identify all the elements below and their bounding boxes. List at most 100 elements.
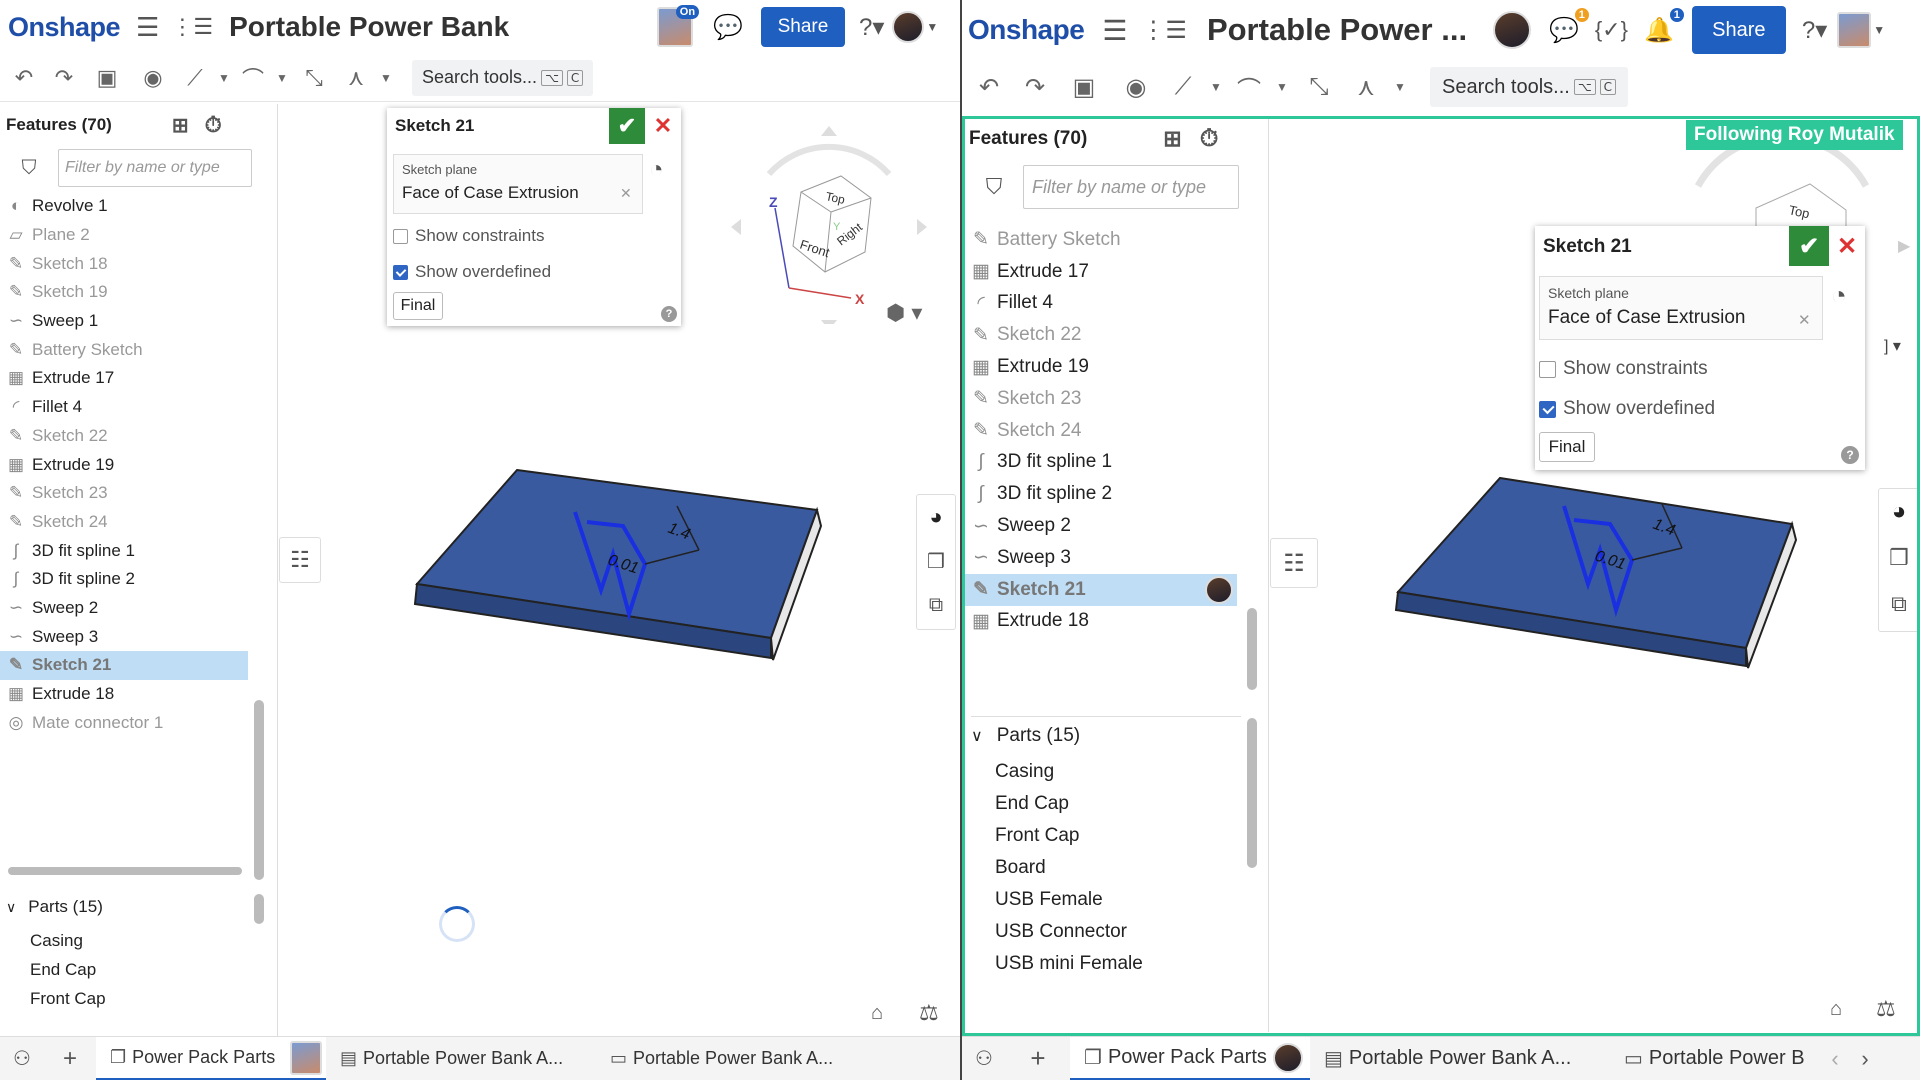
feature-item[interactable]: ▦ Extrude 18 bbox=[965, 606, 1237, 638]
show-overdefined-checkbox[interactable]: Show overdefined bbox=[1539, 398, 1715, 420]
user-avatar[interactable] bbox=[892, 11, 925, 43]
feature-item[interactable]: ✎ Sketch 19 bbox=[0, 278, 248, 307]
sketch-tool-icon[interactable]: ▣ bbox=[84, 65, 130, 91]
part-item[interactable]: Board bbox=[995, 852, 1143, 884]
feature-list-scrollbar[interactable] bbox=[1247, 608, 1257, 690]
list-toggle-button[interactable]: ☷ bbox=[279, 537, 321, 583]
collapse-chevron-icon[interactable]: ∨ bbox=[971, 726, 983, 746]
part-item[interactable]: Front Cap bbox=[995, 820, 1143, 852]
onshape-logo[interactable]: Onshape bbox=[8, 12, 121, 43]
user-menu-chevron-icon[interactable]: ▼ bbox=[926, 20, 938, 34]
search-tools-button[interactable]: Search tools... ⌥ C bbox=[1430, 67, 1629, 107]
dialog-help-icon[interactable]: ? bbox=[1841, 446, 1859, 464]
mass-properties-icon[interactable]: ⚖ bbox=[919, 1000, 939, 1026]
mass-properties-icon[interactable]: ⚖ bbox=[1876, 996, 1896, 1022]
document-title[interactable]: Portable Power Bank bbox=[229, 11, 649, 43]
line-tool-icon[interactable]: ⟋ bbox=[1162, 73, 1204, 101]
hamburger-menu-icon[interactable]: ☰ bbox=[1102, 14, 1127, 47]
feature-item[interactable]: ▦ Extrude 17 bbox=[0, 364, 248, 393]
part-item[interactable]: USB Connector bbox=[995, 916, 1143, 948]
tab-assembly-2[interactable]: ▭ Portable Power Bank A... bbox=[596, 1037, 856, 1080]
collapse-chevron-icon[interactable]: ∨ bbox=[6, 899, 16, 916]
feature-item[interactable]: ✎ Sketch 22 bbox=[0, 422, 248, 451]
part-item[interactable]: End Cap bbox=[995, 788, 1143, 820]
comments-icon[interactable]: 💬 bbox=[713, 13, 743, 42]
add-folder-icon[interactable]: ⊞ bbox=[1163, 126, 1181, 152]
following-banner[interactable]: Following Roy Mutalik bbox=[1686, 120, 1903, 150]
feature-item[interactable]: ▱ Plane 2 bbox=[0, 221, 248, 250]
part-item[interactable]: Casing bbox=[30, 926, 106, 955]
sketch-plane-field[interactable]: Sketch plane Face of Case Extrusion ✕ bbox=[393, 154, 643, 214]
final-button[interactable]: Final bbox=[1539, 432, 1595, 462]
part-item[interactable]: Casing bbox=[995, 756, 1143, 788]
parts-icon[interactable]: ❒ bbox=[917, 539, 955, 583]
comments-icon[interactable]: 💬 1 bbox=[1549, 7, 1589, 45]
view-cube-arrow-icon[interactable]: ▶ bbox=[1898, 236, 1910, 256]
sketch-tool-icon[interactable]: ▣ bbox=[1058, 73, 1110, 102]
accept-button[interactable]: ✔ bbox=[609, 108, 645, 144]
part-item[interactable]: Front Cap bbox=[30, 984, 106, 1013]
feature-item[interactable]: ✎ Battery Sketch bbox=[0, 335, 248, 364]
scroll-left-icon[interactable]: ‹ bbox=[1820, 1046, 1850, 1072]
add-folder-icon[interactable]: ⊞ bbox=[172, 113, 189, 138]
line-dropdown-icon[interactable]: ▼ bbox=[214, 71, 234, 85]
feature-list-scrollbar[interactable] bbox=[254, 700, 264, 880]
rollback-timer-icon[interactable]: ⏱ bbox=[1200, 125, 1219, 153]
feature-item[interactable]: ◐ Revolve 1 bbox=[0, 192, 248, 221]
user-menu-chevron-icon[interactable]: ▼ bbox=[1873, 23, 1885, 37]
feature-item[interactable]: ◜ Fillet 4 bbox=[965, 288, 1237, 320]
feature-item[interactable]: ✎ Sketch 18 bbox=[0, 249, 248, 278]
feature-item[interactable]: ✎ Sketch 21 bbox=[0, 651, 248, 680]
feature-item[interactable]: ∽ Sweep 1 bbox=[0, 307, 248, 336]
scroll-right-icon[interactable]: › bbox=[1850, 1046, 1880, 1072]
show-constraints-checkbox[interactable]: Show constraints bbox=[1539, 358, 1708, 380]
parts-header[interactable]: ∨ Parts (15) bbox=[6, 890, 103, 924]
filter-icon[interactable]: ⛉ bbox=[965, 174, 1023, 200]
redo-icon[interactable]: ↷ bbox=[44, 65, 84, 91]
feature-item[interactable]: ∫ 3D fit spline 2 bbox=[965, 478, 1237, 510]
feature-item[interactable]: ▦ Extrude 17 bbox=[965, 256, 1237, 288]
explode-icon[interactable]: ⧉ bbox=[917, 583, 955, 627]
feature-item[interactable]: ✎ Battery Sketch bbox=[965, 224, 1237, 256]
onshape-logo[interactable]: Onshape bbox=[968, 14, 1085, 46]
view-cube[interactable]: Top Front Right Z X Y bbox=[729, 114, 929, 324]
measure-icon[interactable]: ⌂ bbox=[871, 1002, 883, 1025]
measure-icon[interactable]: ⌂ bbox=[1830, 998, 1842, 1021]
filter-input[interactable]: Filter by name or type bbox=[1023, 165, 1239, 209]
feature-item[interactable]: ▦ Extrude 18 bbox=[0, 680, 248, 709]
feature-item[interactable]: ◜ Fillet 4 bbox=[0, 393, 248, 422]
filter-icon[interactable]: ⛉ bbox=[0, 157, 58, 180]
arc-tool-icon[interactable]: ⌒ bbox=[234, 62, 272, 94]
arc-tool-icon[interactable]: ⌒ bbox=[1228, 70, 1270, 105]
clear-selection-icon[interactable]: ✕ bbox=[620, 185, 632, 202]
tab-assembly-2[interactable]: ▭ Portable Power B bbox=[1610, 1037, 1820, 1080]
view-mode-icon[interactable]: ⬢ ▾ bbox=[886, 300, 922, 326]
tab-assembly-1[interactable]: ▤ Portable Power Bank A... bbox=[1310, 1037, 1610, 1080]
line-dropdown-icon[interactable]: ▼ bbox=[1204, 80, 1228, 94]
filter-input[interactable]: Filter by name or type bbox=[58, 149, 252, 187]
tab-manager-icon[interactable]: ⚇ bbox=[0, 1046, 44, 1071]
tab-manager-icon[interactable]: ⚇ bbox=[962, 1046, 1006, 1071]
undo-icon[interactable]: ↶ bbox=[4, 65, 44, 91]
part-item[interactable]: End Cap bbox=[30, 955, 106, 984]
explode-icon[interactable]: ⧉ bbox=[1879, 581, 1919, 627]
tab-assembly-1[interactable]: ▤ Portable Power Bank A... bbox=[326, 1037, 596, 1080]
extrude-tool-icon[interactable]: ◉ bbox=[1110, 73, 1162, 102]
feature-item[interactable]: ∽ Sweep 3 bbox=[965, 542, 1237, 574]
user-avatar[interactable] bbox=[1837, 12, 1872, 48]
part-item[interactable]: USB mini Female bbox=[995, 948, 1143, 980]
mate-dropdown-icon[interactable]: ▼ bbox=[1388, 80, 1412, 94]
feature-item[interactable]: ∽ Sweep 2 bbox=[0, 594, 248, 623]
add-tab-icon[interactable]: + bbox=[1006, 1043, 1070, 1074]
document-title[interactable]: Portable Power ... bbox=[1207, 12, 1483, 48]
collaborator-avatar[interactable]: On bbox=[657, 5, 700, 47]
cancel-button[interactable]: ✕ bbox=[645, 108, 681, 144]
search-tools-button[interactable]: Search tools... ⌥ C bbox=[412, 59, 594, 96]
clear-selection-icon[interactable]: ✕ bbox=[1798, 311, 1811, 329]
notifications-icon[interactable]: 🔔 1 bbox=[1644, 7, 1684, 45]
add-tab-icon[interactable]: + bbox=[44, 1045, 96, 1073]
part-item[interactable]: USB Female bbox=[995, 884, 1143, 916]
parts-icon[interactable]: ❒ bbox=[1879, 535, 1919, 581]
feature-item[interactable]: ✎ Sketch 23 bbox=[965, 383, 1237, 415]
arc-dropdown-icon[interactable]: ▼ bbox=[272, 71, 292, 85]
